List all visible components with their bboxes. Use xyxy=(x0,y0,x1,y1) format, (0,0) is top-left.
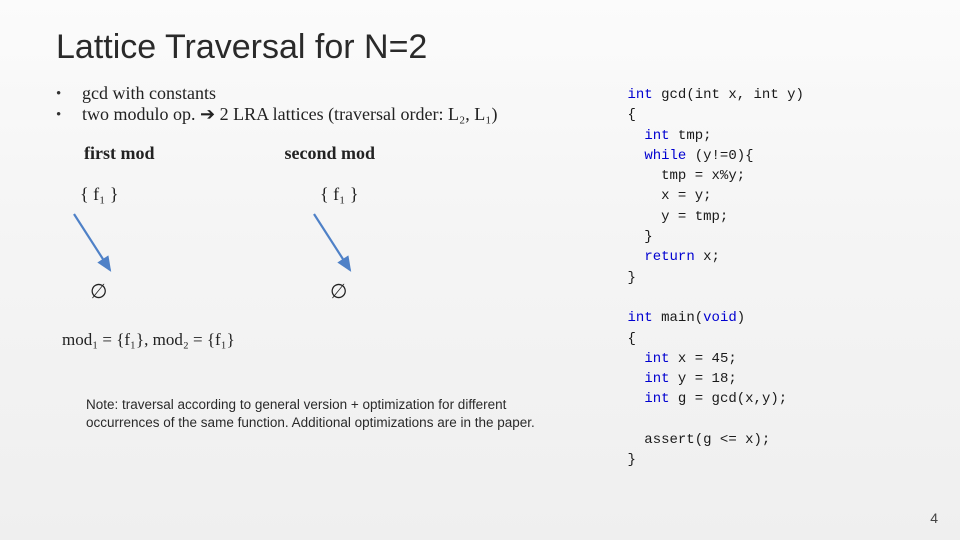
lattice-label-first: first mod xyxy=(84,143,155,164)
arrow-down-icon xyxy=(302,208,392,284)
lattice-labels-row: first mod second mod xyxy=(56,143,616,164)
lattice-label-second: second mod xyxy=(285,143,376,164)
bullet-item: two modulo op. ➔ 2 LRA lattices (travers… xyxy=(56,104,616,125)
bullet-item: gcd with constants xyxy=(56,83,616,104)
lattice-diagrams: { f₁ } ∅ { f₁ } xyxy=(56,184,616,304)
lattice-top-node: { f₁ } xyxy=(320,184,359,205)
lattice-bottom-node: ∅ xyxy=(330,279,347,304)
slide-title: Lattice Traversal for N=2 xyxy=(56,28,912,67)
mod-assignment: mod₁ = {f₁}, mod₂ = {f₁} xyxy=(56,330,616,350)
code-block: int gcd(int x, int y) { int tmp; while (… xyxy=(628,83,913,471)
lattice-top-node: { f₁ } xyxy=(80,184,119,205)
footnote: Note: traversal according to general ver… xyxy=(56,396,576,432)
lattice-first: { f₁ } ∅ xyxy=(62,184,172,304)
lattice-bottom-node: ∅ xyxy=(90,279,107,304)
arrow-down-icon xyxy=(62,208,152,284)
left-column: gcd with constants two modulo op. ➔ 2 LR… xyxy=(56,83,616,471)
slide: Lattice Traversal for N=2 gcd with const… xyxy=(0,0,960,540)
lattice-second: { f₁ } ∅ xyxy=(302,184,412,304)
bullet-list: gcd with constants two modulo op. ➔ 2 LR… xyxy=(56,83,616,125)
page-number: 4 xyxy=(930,510,938,526)
two-column-layout: gcd with constants two modulo op. ➔ 2 LR… xyxy=(56,83,912,471)
